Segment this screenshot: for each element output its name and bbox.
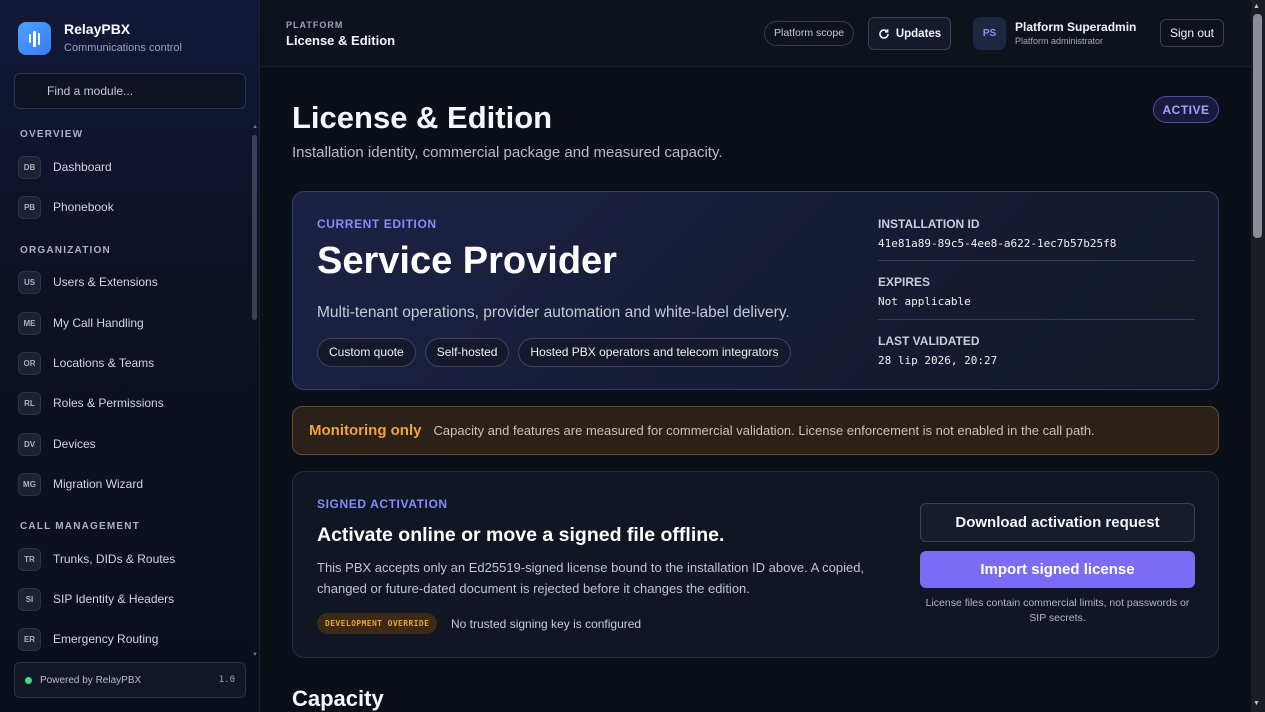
import-signed-license-button[interactable]: Import signed license: [920, 551, 1195, 588]
signing-key-status: No trusted signing key is configured: [451, 617, 642, 631]
sidebar-item-sip-identity[interactable]: SI SIP Identity & Headers: [18, 587, 174, 611]
sidebar-item-my-call-handling[interactable]: ME My Call Handling: [18, 311, 144, 335]
license-note: License files contain commercial limits,…: [925, 597, 1190, 624]
sidebar-item-users[interactable]: US Users & Extensions: [18, 270, 158, 294]
relaypbx-logo-icon: [18, 22, 51, 55]
sidebar-item-label: Locations & Teams: [53, 356, 155, 370]
sidebar-item-label: Migration Wizard: [53, 477, 144, 491]
edition-name: Service Provider: [317, 240, 617, 282]
dashboard-icon: DB: [18, 155, 41, 179]
call-handling-icon: ME: [18, 311, 41, 335]
updates-label: Updates: [895, 27, 942, 40]
current-edition-card: CURRENT EDITION Service Provider Multi-t…: [292, 191, 1219, 390]
breadcrumb: PLATFORM: [286, 20, 344, 30]
divider: [878, 260, 1195, 261]
sidebar-item-phonebook[interactable]: PB Phonebook: [18, 195, 114, 219]
edition-eyebrow: CURRENT EDITION: [317, 217, 437, 231]
scroll-down-icon[interactable]: ▼: [1253, 700, 1260, 707]
powered-by-label: Powered by RelayPBX: [40, 674, 142, 686]
sidebar-item-label: Trunks, DIDs & Routes: [53, 552, 176, 566]
sign-out-button[interactable]: Sign out: [1160, 19, 1224, 47]
expires-label: EXPIRES: [878, 275, 931, 289]
monitoring-title: Monitoring only: [309, 422, 422, 439]
powered-by-footer: Powered by RelayPBX 1.0: [14, 662, 246, 698]
sidebar-scrollbar[interactable]: [252, 135, 257, 320]
installation-id-value: 41e81a89-89c5-4ee8-a622-1ec7b57b25f8: [878, 237, 1117, 250]
sidebar-item-label: Emergency Routing: [53, 632, 159, 646]
sidebar-item-migration[interactable]: MG Migration Wizard: [18, 472, 143, 496]
monitoring-text: Capacity and features are measured for c…: [433, 423, 1095, 438]
platform-scope-pill[interactable]: Platform scope: [764, 21, 855, 46]
users-icon: US: [18, 270, 41, 294]
avatar[interactable]: PS: [973, 17, 1006, 50]
devices-icon: DV: [18, 432, 41, 456]
activation-body: This PBX accepts only an Ed25519-signed …: [317, 560, 865, 596]
last-validated-value: 28 lip 2026, 20:27: [878, 354, 998, 367]
topbar-title: License & Edition: [286, 33, 396, 48]
refresh-icon: [879, 28, 889, 39]
brand[interactable]: RelayPBX Communications control: [18, 21, 182, 55]
sidebar-item-label: Phonebook: [53, 200, 114, 214]
sidebar-item-trunks[interactable]: TR Trunks, DIDs & Routes: [18, 547, 175, 571]
expires-value: Not applicable: [878, 295, 971, 308]
module-search-input[interactable]: Find a module...: [14, 73, 246, 109]
expires: EXPIRES Not applicable: [878, 275, 1195, 308]
sidebar-scroll-down-icon[interactable]: ▼: [252, 652, 258, 658]
sidebar-item-label: Users & Extensions: [53, 275, 158, 289]
edition-tags: Custom quote Self-hosted Hosted PBX oper…: [317, 338, 791, 367]
activation-eyebrow: SIGNED ACTIVATION: [317, 497, 448, 511]
activation-title: Activate online or move a signed file of…: [317, 524, 725, 546]
migration-icon: MG: [18, 472, 41, 496]
capacity-heading: Capacity: [292, 686, 384, 711]
phonebook-icon: PB: [18, 195, 41, 219]
tag-custom-quote: Custom quote: [317, 338, 416, 367]
trunks-icon: TR: [18, 547, 41, 571]
main-scrollbar-thumb[interactable]: [1253, 14, 1262, 238]
scroll-up-icon[interactable]: ▲: [1253, 3, 1260, 10]
status-dot-icon: [25, 676, 32, 684]
installation-id-label: INSTALLATION ID: [878, 217, 980, 231]
monitoring-only-banner: Monitoring only Capacity and features ar…: [292, 406, 1219, 455]
sidebar-item-label: My Call Handling: [53, 316, 144, 330]
updates-button[interactable]: Updates: [868, 17, 951, 50]
development-override-badge: DEVELOPMENT OVERRIDE: [317, 613, 438, 634]
page-title: License & Edition: [292, 100, 553, 135]
sidebar-item-label: Dashboard: [53, 160, 112, 174]
page-subtitle: Installation identity, commercial packag…: [292, 144, 723, 161]
sidebar-item-dashboard[interactable]: DB Dashboard: [18, 155, 112, 179]
sidebar-item-devices[interactable]: DV Devices: [18, 432, 96, 456]
sidebar-item-locations[interactable]: OR Locations & Teams: [18, 351, 154, 375]
tag-target-audience: Hosted PBX operators and telecom integra…: [518, 338, 791, 367]
topbar: PLATFORM License & Edition Platform scop…: [261, 0, 1251, 67]
sidebar: RelayPBX Communications control Find a m…: [0, 0, 260, 712]
locations-icon: OR: [18, 351, 41, 375]
download-activation-request-button[interactable]: Download activation request: [920, 503, 1195, 542]
installation-id: INSTALLATION ID 41e81a89-89c5-4ee8-a622-…: [878, 217, 1195, 250]
status-badge: ACTIVE: [1153, 96, 1219, 123]
roles-icon: RL: [18, 391, 41, 415]
sidebar-item-label: Roles & Permissions: [53, 396, 164, 410]
section-organization: ORGANIZATION: [20, 245, 111, 256]
section-call-management: CALL MANAGEMENT: [20, 521, 141, 532]
version-label: 1.0: [218, 675, 235, 685]
app-subtitle: Communications control: [64, 42, 182, 54]
user-role: Platform administrator: [1015, 36, 1104, 46]
last-validated: LAST VALIDATED 28 lip 2026, 20:27: [878, 334, 1195, 367]
app-name: RelayPBX: [64, 21, 131, 37]
sidebar-item-label: SIP Identity & Headers: [53, 592, 175, 606]
tag-self-hosted: Self-hosted: [424, 338, 510, 367]
edition-description: Multi-tenant operations, provider automa…: [317, 304, 790, 321]
divider: [878, 319, 1195, 320]
last-validated-label: LAST VALIDATED: [878, 334, 980, 348]
sidebar-item-label: Devices: [53, 437, 96, 451]
sidebar-scroll-up-icon[interactable]: ▲: [252, 124, 258, 130]
sidebar-item-emergency[interactable]: ER Emergency Routing: [18, 627, 158, 651]
section-overview: OVERVIEW: [20, 129, 84, 140]
user-name: Platform Superadmin: [1015, 20, 1137, 34]
sip-identity-icon: SI: [18, 587, 41, 611]
signed-activation-card: SIGNED ACTIVATION Activate online or mov…: [292, 471, 1219, 658]
sidebar-item-roles[interactable]: RL Roles & Permissions: [18, 391, 164, 415]
emergency-icon: ER: [18, 627, 41, 651]
